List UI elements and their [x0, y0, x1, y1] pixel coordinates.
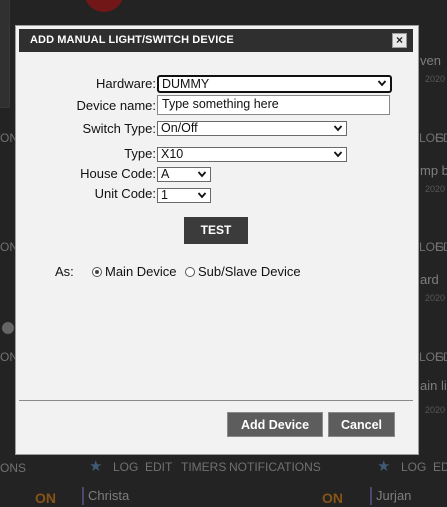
house-code-select[interactable]: A — [157, 167, 211, 182]
sub-device-radio[interactable] — [185, 267, 195, 277]
sub-device-label[interactable]: Sub/Slave Device — [198, 264, 301, 279]
close-button[interactable]: × — [392, 33, 407, 48]
unit-code-select[interactable]: 1 — [157, 188, 211, 203]
chevron-down-icon — [377, 80, 387, 87]
hardware-select[interactable]: DUMMY — [157, 75, 392, 93]
chevron-down-icon — [333, 151, 343, 158]
type-value: X10 — [161, 147, 184, 161]
test-button[interactable]: TEST — [184, 217, 248, 244]
add-device-button[interactable]: Add Device — [227, 412, 323, 437]
switch-type-value: On/Off — [161, 121, 198, 135]
device-name-input[interactable]: Type something here — [157, 95, 390, 115]
hardware-value: DUMMY — [162, 77, 210, 91]
main-device-radio[interactable] — [92, 267, 102, 277]
switch-type-label: Switch Type: — [82, 121, 156, 136]
hardware-label: Hardware: — [96, 76, 156, 91]
footer-divider — [19, 400, 413, 401]
dialog-title: ADD MANUAL LIGHT/SWITCH DEVICE — [30, 34, 234, 46]
as-label: As: — [55, 264, 74, 279]
type-select[interactable]: X10 — [157, 147, 347, 162]
cancel-button[interactable]: Cancel — [328, 412, 395, 437]
chevron-down-icon — [197, 171, 207, 178]
house-code-value: A — [161, 167, 170, 181]
chevron-down-icon — [333, 125, 343, 132]
house-code-label: House Code: — [80, 166, 156, 181]
chevron-down-icon — [197, 192, 207, 199]
device-name-label: Device name: — [76, 98, 156, 113]
dialog-titlebar[interactable]: ADD MANUAL LIGHT/SWITCH DEVICE × — [19, 29, 413, 52]
switch-type-select[interactable]: On/Off — [157, 121, 347, 136]
unit-code-label: Unit Code: — [94, 186, 156, 201]
add-device-dialog: ADD MANUAL LIGHT/SWITCH DEVICE × Hardwar… — [15, 25, 419, 455]
type-label: Type: — [124, 146, 156, 161]
unit-code-value: 1 — [161, 188, 168, 202]
main-device-label[interactable]: Main Device — [105, 264, 177, 279]
